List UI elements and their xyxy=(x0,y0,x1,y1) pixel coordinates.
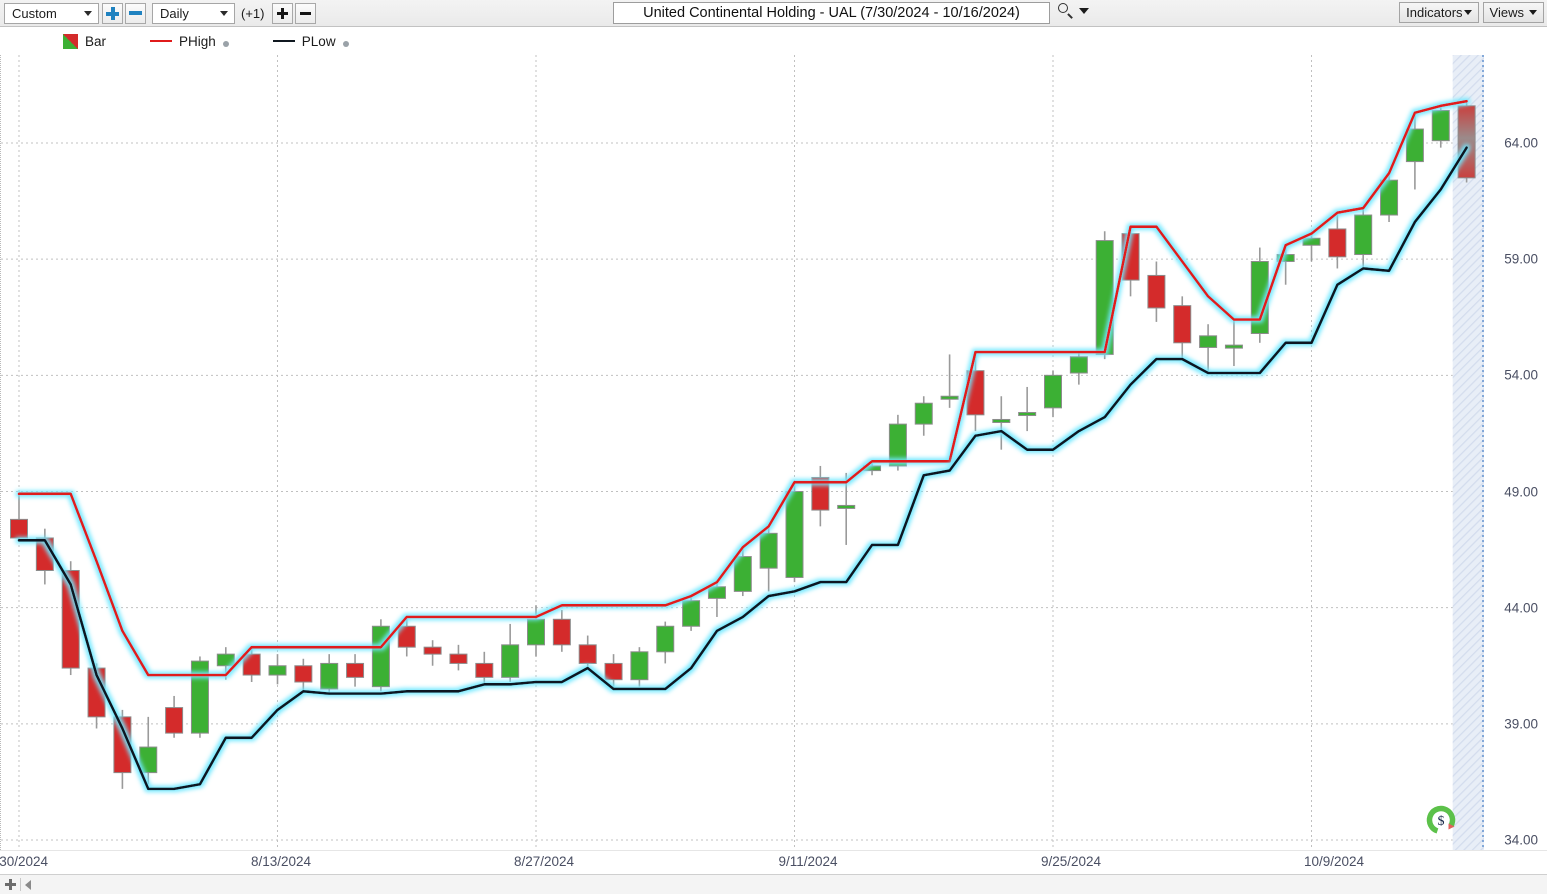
zoom-out-button[interactable] xyxy=(125,3,146,24)
line-swatch-icon xyxy=(150,40,172,42)
legend-label: PHigh xyxy=(179,34,216,49)
views-button[interactable]: Views xyxy=(1483,2,1544,23)
status-bar xyxy=(0,874,1547,894)
date-axis-tick: 9/11/2024 xyxy=(778,854,837,869)
candle-swatch-icon xyxy=(63,34,78,49)
minus-icon xyxy=(129,11,142,15)
price-chart-plot[interactable] xyxy=(0,55,1484,850)
price-axis-tick: 64.00 xyxy=(1504,136,1538,151)
chevron-down-icon xyxy=(1464,10,1472,15)
symbol-input[interactable]: United Continental Holding - UAL (7/30/2… xyxy=(613,2,1050,24)
legend-settings-dot-icon[interactable] xyxy=(223,41,229,47)
legend-label: PLow xyxy=(302,34,336,49)
price-axis-tick: 59.00 xyxy=(1504,252,1538,267)
views-button-label: Views xyxy=(1490,5,1524,20)
interval-select-value: Daily xyxy=(160,6,189,21)
chevron-down-icon[interactable] xyxy=(1079,8,1089,14)
price-axis-tick: 54.00 xyxy=(1504,368,1538,383)
chart-legend: Bar PHigh PLow xyxy=(0,27,1547,55)
date-axis-tick: 10/9/2024 xyxy=(1304,854,1364,869)
price-axis-tick: 34.00 xyxy=(1504,833,1538,848)
interval-select[interactable]: Daily xyxy=(152,3,235,24)
legend-label: Bar xyxy=(85,34,106,49)
date-axis-tick: 7/30/2024 xyxy=(0,854,48,869)
divider xyxy=(20,878,21,891)
legend-settings-dot-icon[interactable] xyxy=(343,41,349,47)
date-axis[interactable]: 7/30/2024 8/13/2024 8/27/2024 9/11/2024 9/25… xyxy=(0,850,1547,875)
add-pane-icon[interactable] xyxy=(5,879,16,890)
main-toolbar: Custom Daily (+1) xyxy=(0,0,1547,27)
chevron-down-icon xyxy=(1529,10,1537,15)
chevron-down-icon xyxy=(220,11,228,16)
indicators-button[interactable]: Indicators xyxy=(1399,2,1478,23)
search-icon[interactable] xyxy=(1058,3,1073,18)
bar-offset-label: (+1) xyxy=(238,6,269,21)
price-axis-tick: 44.00 xyxy=(1504,600,1538,615)
candlestick-chart xyxy=(1,55,1484,850)
minus-icon xyxy=(300,12,311,15)
price-axis-tick: 39.00 xyxy=(1504,716,1538,731)
svg-text:$: $ xyxy=(1438,814,1445,829)
indicators-button-label: Indicators xyxy=(1406,5,1462,20)
price-axis[interactable]: 64.00 59.00 54.00 49.00 44.00 39.00 34.00 xyxy=(1484,55,1547,850)
plus-icon xyxy=(277,8,288,19)
range-select-value: Custom xyxy=(12,6,57,21)
zoom-in-button[interactable] xyxy=(102,3,123,24)
scroll-left-icon[interactable] xyxy=(25,880,31,890)
chart-application-window: Custom Daily (+1) xyxy=(0,0,1547,894)
legend-item-plow[interactable]: PLow xyxy=(273,34,349,49)
legend-item-phigh[interactable]: PHigh xyxy=(150,34,229,49)
price-axis-tick: 49.00 xyxy=(1504,484,1538,499)
add-bar-button[interactable] xyxy=(272,3,293,24)
date-axis-tick: 8/13/2024 xyxy=(251,854,311,869)
range-select[interactable]: Custom xyxy=(4,3,99,24)
plus-icon xyxy=(106,7,119,20)
symbol-input-value: United Continental Holding - UAL (7/30/2… xyxy=(643,5,1020,21)
date-axis-tick: 8/27/2024 xyxy=(514,854,574,869)
legend-item-bar[interactable]: Bar xyxy=(63,34,106,49)
remove-bar-button[interactable] xyxy=(295,3,316,24)
chevron-down-icon xyxy=(84,11,92,16)
line-swatch-icon xyxy=(273,40,295,42)
dividend-indicator-icon[interactable]: $ xyxy=(1424,803,1458,837)
date-axis-tick: 9/25/2024 xyxy=(1041,854,1101,869)
